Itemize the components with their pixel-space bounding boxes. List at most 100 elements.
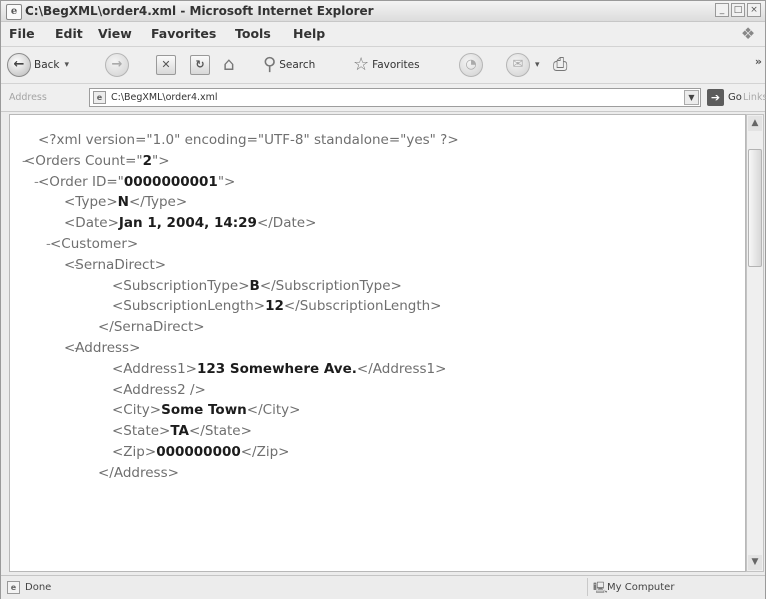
scroll-down-icon[interactable]: ▼ [748,555,762,570]
address-value: C:\BegXML\order4.xml [111,92,218,103]
search-icon: ⚲ [263,54,277,75]
status-bar: e Done 🖳 My Computer [1,575,765,599]
ie-window: e C:\BegXML\order4.xml - Microsoft Inter… [0,0,766,599]
print-button[interactable]: ⎙ [553,52,567,78]
back-label: Back [34,59,60,71]
ie-logo-icon: e [6,4,22,20]
xml-value: 123 Somewhere Ave. [196,360,357,377]
menu-tools[interactable]: Tools [235,26,271,42]
window-controls: _ □ × [715,3,761,17]
computer-icon: 🖳 [593,581,608,594]
home-icon: ⌂ [223,54,235,75]
go-label: Go [728,91,742,103]
xml-markup: <Address> [64,340,141,356]
menu-edit[interactable]: Edit [55,26,83,42]
favorites-button[interactable]: ☆ Favorites [353,52,420,78]
xml-line-text: <?xml version="1.0" encoding="UTF-8" sta… [38,131,459,149]
address-input[interactable]: e C:\BegXML\order4.xml ▼ [89,88,701,107]
xml-line-text: <Address1>123 Somewhere Ave.</Address1> [112,360,446,378]
xml-line-text: <State>TA</State> [112,422,252,440]
xml-line-text: </Address> [98,464,179,482]
xml-line-text: <SernaDirect> [64,256,166,274]
xml-markup: </Date> [256,215,317,232]
status-divider [587,578,588,596]
xml-line-text: <Zip>000000000</Zip> [112,443,290,461]
xml-value: 2 [142,152,153,169]
xml-markup: </Address> [98,464,179,481]
back-arrow-icon: ← [7,53,31,77]
xml-value: Some Town [161,402,247,419]
xml-markup: </SubscriptionLength> [283,298,442,315]
xml-value: 12 [265,298,284,315]
vertical-scrollbar[interactable]: ▲ ▼ [746,114,764,572]
xml-line-text: <City>Some Town</City> [112,401,300,419]
xml-markup: </SubscriptionType> [259,277,402,294]
xml-line-text: <SubscriptionType>B</SubscriptionType> [112,277,402,295]
go-button[interactable]: ➔ Go [707,89,742,106]
home-button[interactable]: ⌂ [223,52,234,78]
xml-markup: <Address1> [112,360,197,377]
favorites-label: Favorites [372,59,420,71]
xml-markup: </State> [188,423,252,440]
menu-bar: File Edit View Favorites Tools Help ❖ [1,22,765,47]
minimize-button[interactable]: _ [715,3,729,17]
xml-markup: <?xml version="1.0" encoding="UTF-8" sta… [38,132,459,148]
xml-markup: <Order ID=" [38,173,124,190]
xml-markup: "> [152,152,170,169]
refresh-icon: ↻ [190,55,210,75]
address-label: Address [9,92,47,103]
xml-markup: <SubscriptionLength> [112,298,266,315]
page-status-icon: e [7,581,20,594]
xml-line-text: <Address2 /> [112,381,206,399]
address-dropdown-button[interactable]: ▼ [684,90,699,105]
address-bar: Address e C:\BegXML\order4.xml ▼ ➔ Go Li… [1,84,766,112]
xml-markup: <Customer> [50,236,139,252]
zone-text: My Computer [607,582,675,593]
xml-value: N [117,194,129,211]
xml-markup: <SubscriptionType> [112,277,250,294]
xml-markup: <SernaDirect> [64,256,167,273]
xml-line-text: <Order ID="0000000001"> [38,173,235,191]
windows-logo-icon: ❖ [740,24,756,43]
toolbar-chevron-icon[interactable]: » [755,55,762,69]
page-icon: e [93,91,106,104]
close-button[interactable]: × [747,3,761,17]
mail-icon: ✉ [506,53,530,77]
mail-dropdown-icon[interactable]: ▾ [535,58,540,72]
menu-favorites[interactable]: Favorites [151,26,216,42]
forward-arrow-icon: → [105,53,129,77]
maximize-button[interactable]: □ [731,3,745,17]
search-label: Search [279,59,316,71]
xml-markup: </Address1> [356,360,447,377]
xml-document-view: <?xml version="1.0" encoding="UTF-8" sta… [9,114,746,572]
xml-markup: </City> [246,402,301,419]
title-bar: e C:\BegXML\order4.xml - Microsoft Inter… [1,1,765,22]
toolbar: ← Back ▾ → ✕ ↻ ⌂ ⚲ Search ☆ Favorites ◔ … [1,47,765,84]
back-dropdown-icon[interactable]: ▾ [65,58,70,72]
menu-help[interactable]: Help [293,26,325,42]
menu-view[interactable]: View [98,26,132,42]
xml-line-text: <Orders Count="2"> [24,152,170,170]
history-icon: ◔ [459,53,483,77]
search-button[interactable]: ⚲ Search [263,52,315,78]
back-button[interactable]: ← Back ▾ [7,52,69,78]
xml-markup: </SernaDirect> [98,319,205,336]
scroll-up-icon[interactable]: ▲ [748,116,762,131]
xml-markup: <Zip> [112,444,157,460]
menu-file[interactable]: File [9,26,35,42]
mail-button[interactable]: ✉ ▾ [506,52,540,78]
scroll-thumb[interactable] [748,149,762,267]
print-icon: ⎙ [553,54,568,75]
window-title: C:\BegXML\order4.xml - Microsoft Interne… [25,4,374,18]
xml-value: 000000000 [156,444,241,460]
go-arrow-icon: ➔ [707,89,724,106]
xml-markup: <Type> [64,194,118,211]
refresh-button[interactable]: ↻ [190,52,210,78]
xml-line-text: <Type>N</Type> [64,193,187,211]
links-button[interactable]: Links [743,91,766,104]
xml-markup: <Date> [64,215,119,232]
history-button[interactable]: ◔ [459,52,483,78]
forward-button[interactable]: → [105,52,129,78]
stop-button[interactable]: ✕ [156,52,176,78]
xml-markup: <Address2 /> [112,381,206,398]
